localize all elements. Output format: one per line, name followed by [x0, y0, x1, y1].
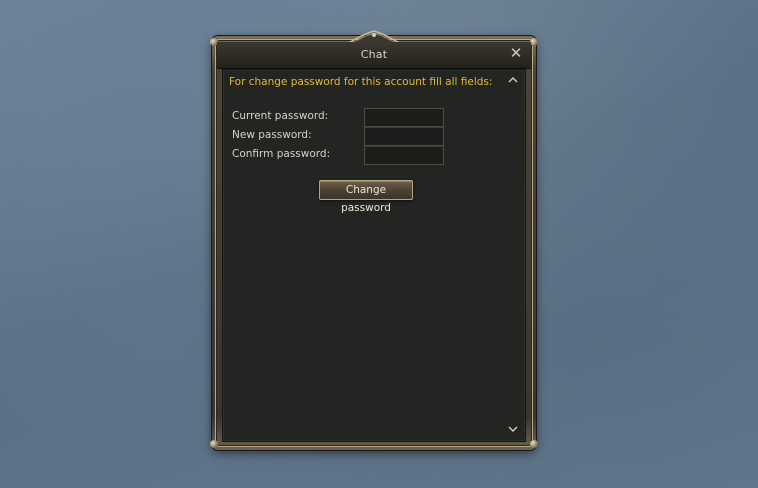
- new-password-field[interactable]: [364, 127, 444, 146]
- password-form: Current password: New password: Confirm …: [232, 108, 462, 165]
- close-icon[interactable]: ✕: [509, 46, 523, 61]
- corner-stud-icon: [210, 440, 218, 448]
- chevron-down-icon[interactable]: [507, 425, 519, 437]
- form-row-new-password: New password:: [232, 127, 462, 146]
- title-bar[interactable]: Chat ✕: [217, 42, 531, 69]
- confirm-password-field[interactable]: [364, 146, 444, 165]
- form-row-confirm-password: Confirm password:: [232, 146, 462, 165]
- current-password-field[interactable]: [364, 108, 444, 127]
- current-password-label: Current password:: [232, 110, 329, 122]
- new-password-label: New password:: [232, 129, 312, 141]
- instruction-text: For change password for this account fil…: [229, 76, 493, 88]
- change-password-button[interactable]: Change password: [319, 180, 413, 214]
- form-row-current-password: Current password:: [232, 108, 462, 127]
- corner-stud-icon: [530, 38, 538, 46]
- corner-stud-icon: [530, 440, 538, 448]
- content-panel: For change password for this account fil…: [222, 69, 526, 442]
- chat-window: Chat ✕ For change password for this acco…: [210, 30, 538, 450]
- chevron-up-icon[interactable]: [507, 76, 519, 88]
- window-title: Chat: [360, 48, 388, 61]
- confirm-password-label: Confirm password:: [232, 148, 331, 160]
